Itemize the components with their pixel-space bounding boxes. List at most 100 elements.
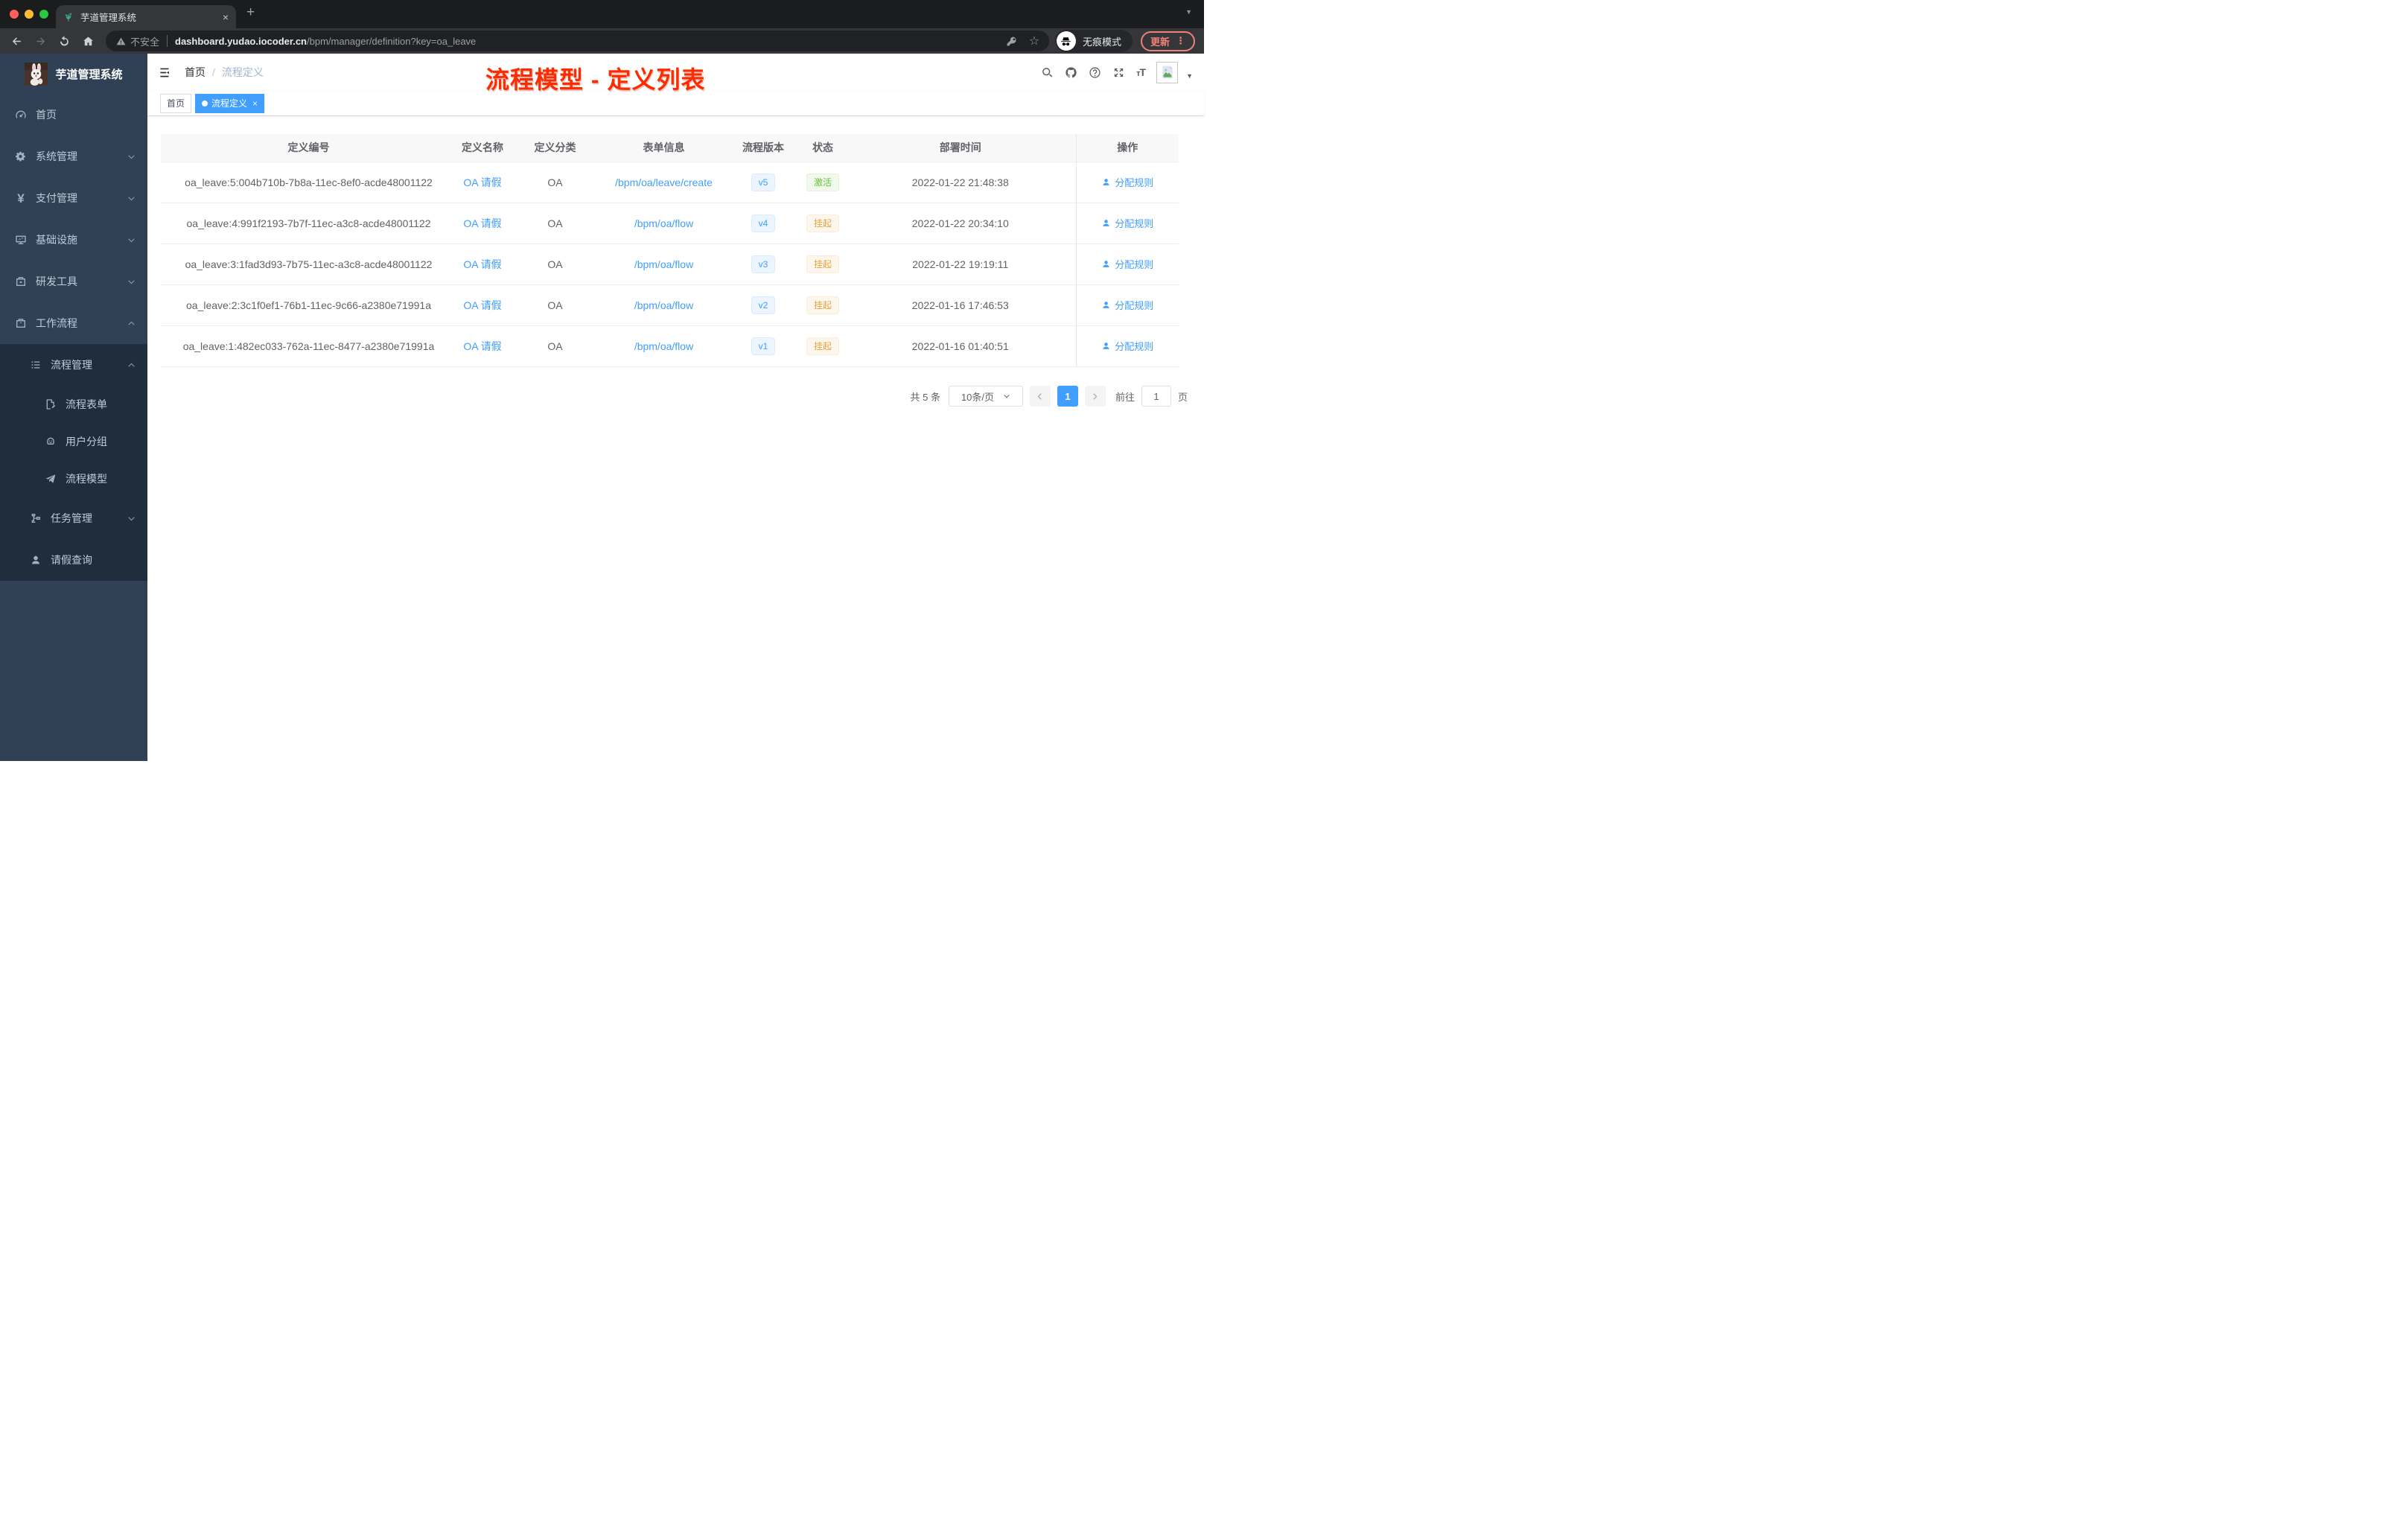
definition-name-link[interactable]: OA 请假 — [463, 258, 501, 270]
column-header-1: 定义名称 — [456, 134, 509, 162]
cell-category: OA — [509, 162, 602, 203]
forward-icon[interactable] — [28, 35, 52, 48]
briefcase-icon — [15, 317, 27, 329]
toolbox-icon — [15, 276, 27, 287]
sidebar-item-leave-query[interactable]: 请假查询 — [0, 539, 147, 581]
back-icon[interactable] — [4, 35, 28, 48]
cell-deploy-time: 2022-01-22 21:48:38 — [845, 162, 1076, 203]
tag-view-active-1[interactable]: 流程定义 × — [195, 93, 265, 113]
cell-definition-id: oa_leave:3:1fad3d93-7b75-11ec-a3c8-acde4… — [161, 243, 456, 285]
maximize-window-button[interactable] — [39, 10, 48, 19]
browser-toolbar: 不安全 dashboard.yudao.iocoder.cn/bpm/manag… — [0, 28, 1204, 54]
table-row: oa_leave:3:1fad3d93-7b75-11ec-a3c8-acde4… — [161, 243, 1179, 285]
hamburger-icon[interactable] — [159, 66, 173, 80]
page-size-value: 10条/页 — [961, 391, 994, 403]
assign-rule-label: 分配规则 — [1115, 300, 1154, 311]
page-number-1[interactable]: 1 — [1057, 386, 1078, 407]
cell-status: 挂起 — [800, 243, 845, 285]
minimize-window-button[interactable] — [25, 10, 34, 19]
version-badge: v5 — [751, 173, 776, 191]
url-bar[interactable]: 不安全 dashboard.yudao.iocoder.cn/bpm/manag… — [106, 31, 1049, 51]
assign-rule-button[interactable]: 分配规则 — [1101, 339, 1153, 353]
sidebar-item-workflow[interactable]: 工作流程 — [0, 302, 147, 344]
sidebar-item-home[interactable]: 首页 — [0, 94, 147, 136]
assign-rule-button[interactable]: 分配规则 — [1101, 175, 1153, 189]
sidebar-item-process-mgmt[interactable]: 流程管理 — [0, 344, 147, 386]
tag-close-icon[interactable]: × — [252, 98, 258, 109]
form-info-link[interactable]: /bpm/oa/flow — [634, 217, 693, 229]
definition-name-link[interactable]: OA 请假 — [463, 217, 501, 229]
table-header-row: 定义编号 定义名称 定义分类 表单信息 流程版本 状态 部署时间 操作 — [161, 134, 1179, 162]
fullscreen-icon[interactable] — [1112, 66, 1125, 79]
bookmark-star-icon[interactable]: ☆ — [1023, 34, 1045, 48]
avatar-dropdown-caret-icon[interactable]: ▼ — [1186, 72, 1193, 80]
chevron-down-icon — [127, 236, 136, 244]
assign-rule-label: 分配规则 — [1115, 341, 1154, 352]
sidebar-item-process-form[interactable]: 流程表单 — [0, 386, 147, 423]
chevron-down-icon — [1003, 392, 1010, 400]
version-badge: v2 — [751, 296, 776, 314]
cell-actions: 分配规则 — [1075, 203, 1179, 244]
assign-rule-button[interactable]: 分配规则 — [1101, 257, 1153, 271]
cell-form-info: /bpm/oa/flow — [602, 243, 726, 285]
prev-page-button[interactable] — [1029, 386, 1051, 407]
form-info-link[interactable]: /bpm/oa/leave/create — [615, 176, 713, 188]
sidebar-logo[interactable]: 芋道管理系统 — [0, 54, 147, 94]
incognito-badge: 无痕模式 — [1054, 30, 1133, 52]
browser-tab[interactable]: 芋道管理系统 × — [56, 5, 236, 28]
breadcrumb-home[interactable]: 首页 — [185, 65, 206, 80]
search-icon[interactable] — [1041, 66, 1054, 79]
sidebar-item-user-group[interactable]: 用户分组 — [0, 423, 147, 460]
home-icon[interactable] — [76, 35, 100, 48]
sidebar-item-label: 系统管理 — [36, 150, 77, 162]
form-info-link[interactable]: /bpm/oa/flow — [634, 340, 693, 352]
tab-search-chevron-icon[interactable]: ▼ — [1185, 8, 1192, 16]
close-window-button[interactable] — [10, 10, 19, 19]
tag-view-item-0[interactable]: 首页 — [160, 93, 192, 113]
status-badge: 挂起 — [806, 337, 839, 355]
update-chrome-button[interactable]: 更新 ⋮ — [1140, 31, 1195, 51]
password-key-icon[interactable] — [1001, 36, 1023, 47]
question-icon[interactable] — [1089, 66, 1101, 79]
browser-menu-icon[interactable]: ⋮ — [1176, 35, 1185, 47]
definition-name-link[interactable]: OA 请假 — [463, 340, 501, 352]
form-info-link[interactable]: /bpm/oa/flow — [634, 299, 693, 311]
assign-rule-button[interactable]: 分配规则 — [1101, 216, 1153, 230]
tag-label: 流程定义 — [211, 98, 248, 109]
sidebar-item-dev-tools[interactable]: 研发工具 — [0, 261, 147, 302]
definition-name-link[interactable]: OA 请假 — [463, 176, 501, 188]
app-window: 芋道管理系统 首页系统管理 ¥ 支付管理 基础设施 研发工具工作流程流程管理 流程表单 用户… — [0, 54, 1204, 761]
reload-icon[interactable] — [52, 35, 76, 48]
user-avatar[interactable] — [1156, 61, 1179, 83]
cell-status: 挂起 — [800, 284, 845, 326]
sidebar-item-label: 任务管理 — [51, 512, 92, 524]
chevron-up-icon — [127, 319, 136, 328]
assign-rule-button[interactable]: 分配规则 — [1101, 298, 1153, 312]
github-icon[interactable] — [1065, 66, 1077, 79]
definition-name-link[interactable]: OA 请假 — [463, 299, 501, 311]
column-header-4: 流程版本 — [726, 134, 800, 162]
incognito-icon — [1056, 31, 1076, 51]
security-status[interactable]: 不安全 — [116, 34, 159, 48]
sidebar-item-process-model[interactable]: 流程模型 — [0, 460, 147, 497]
sidebar-item-payment[interactable]: ¥ 支付管理 — [0, 177, 147, 219]
sidebar-item-infrastructure[interactable]: 基础设施 — [0, 219, 147, 261]
cell-definition-name: OA 请假 — [456, 325, 509, 367]
url-path: /bpm/manager/definition?key=oa_leave — [307, 35, 477, 47]
assign-user-icon — [1101, 341, 1111, 351]
page-size-select[interactable]: 10条/页 — [948, 386, 1023, 407]
list-icon — [30, 359, 42, 371]
new-tab-button[interactable]: + — [246, 4, 255, 21]
form-icon — [45, 398, 57, 410]
url-host: dashboard.yudao.iocoder.cn — [175, 35, 307, 47]
sidebar-item-task-mgmt[interactable]: 任务管理 — [0, 497, 147, 539]
fontsize-icon[interactable]: тT — [1136, 66, 1146, 78]
tab-close-icon[interactable]: × — [223, 12, 229, 22]
form-info-link[interactable]: /bpm/oa/flow — [634, 258, 693, 270]
next-page-button[interactable] — [1084, 386, 1106, 407]
cell-definition-id: oa_leave:1:482ec033-762a-11ec-8477-a2380… — [161, 325, 456, 367]
column-header-7: 操作 — [1075, 134, 1179, 162]
sidebar-item-label: 工作流程 — [36, 317, 77, 329]
goto-page-input[interactable] — [1141, 386, 1171, 407]
sidebar-item-system[interactable]: 系统管理 — [0, 136, 147, 177]
